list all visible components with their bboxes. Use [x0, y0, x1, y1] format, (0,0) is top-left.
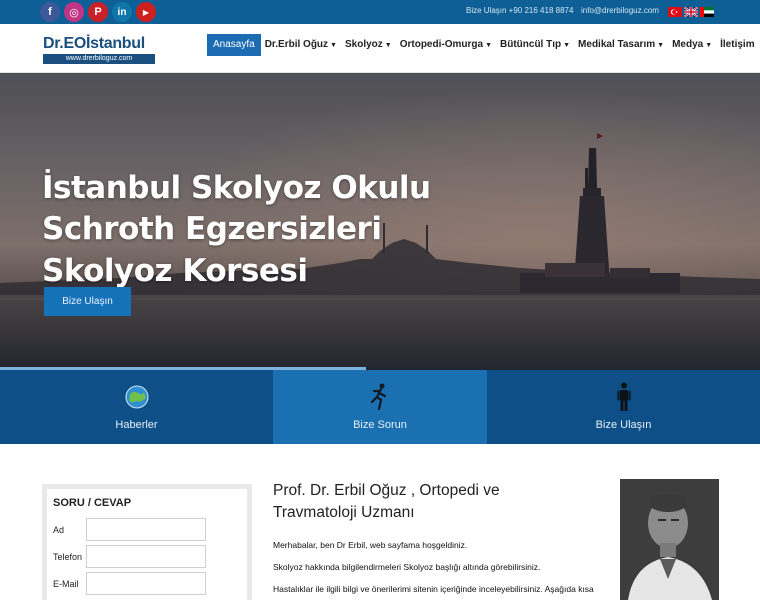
nav-medya[interactable]: Medya ▼ [668, 34, 716, 56]
hero-banner: İstanbul Skolyoz Okulu Schroth Egzersizl… [0, 73, 760, 370]
globe-icon [125, 385, 148, 409]
hero-heading-line3: Skolyoz Korsesi [42, 253, 308, 289]
contact-phone[interactable]: Bize Ulaşın +90 216 418 8874 [466, 6, 573, 15]
english-flag-icon[interactable] [684, 7, 698, 17]
nav-skolyoz[interactable]: Skolyoz ▼ [341, 34, 396, 56]
nav-home[interactable]: Anasayfa [207, 34, 261, 56]
arabic-flag-icon[interactable] [700, 7, 714, 17]
chevron-down-icon: ▼ [563, 42, 571, 49]
article-paragraph-2: Skolyoz hakkında bilgilendirmeleri Skoly… [273, 562, 541, 572]
nav-medikal[interactable]: Medikal Tasarım ▼ [574, 34, 668, 56]
pinterest-icon[interactable]: P [88, 2, 108, 22]
question-form: SORU / CEVAP Ad Telefon E-Mail [42, 484, 252, 600]
standing-person-icon [617, 382, 630, 411]
hero-heading-line1: İstanbul Skolyoz Okulu [42, 170, 431, 206]
feature-bize-ulasin-label: Bize Ulaşın [595, 419, 652, 431]
nav-ortopedi[interactable]: Ortopedi-Omurga ▼ [396, 34, 496, 56]
main-navbar: Dr.EOİstanbul www.drerbiloguz.com Anasay… [0, 24, 760, 73]
phone-input[interactable] [86, 545, 206, 568]
contact-email[interactable]: info@drerbiloguz.com [581, 6, 659, 15]
logo-url: www.drerbiloguz.com [43, 54, 155, 64]
nav-erbil[interactable]: Dr.Erbil Oğuz ▼ [261, 34, 341, 56]
nav-butuncul[interactable]: Bütüncül Tıp ▼ [496, 34, 574, 56]
name-label: Ad [53, 525, 65, 535]
social-links: f ◎ P in ▶ [40, 2, 156, 22]
logo-wordmark: Dr.EOİstanbul [43, 35, 145, 52]
feature-haberler-label: Haberler [115, 419, 158, 431]
form-title: SORU / CEVAP [53, 497, 132, 509]
linkedin-icon[interactable]: in [112, 2, 132, 22]
youtube-icon[interactable]: ▶ [136, 2, 156, 22]
instagram-icon[interactable]: ◎ [64, 2, 84, 22]
feature-strip: Haberler Bize Sorun Bize Ulaşın [0, 370, 760, 444]
feature-bize-sorun[interactable]: Bize Sorun [273, 370, 487, 444]
portrait-image [620, 479, 719, 600]
facebook-icon[interactable]: f [40, 2, 60, 22]
feature-bize-sorun-label: Bize Sorun [353, 419, 407, 431]
chevron-down-icon: ▼ [657, 42, 665, 49]
feature-haberler[interactable]: Haberler [0, 370, 273, 444]
feature-bize-ulasin[interactable]: Bize Ulaşın [487, 370, 760, 444]
top-bar: f ◎ P in ▶ Bize Ulaşın +90 216 418 8874 … [0, 0, 760, 24]
chevron-down-icon: ▼ [384, 42, 392, 49]
running-person-icon [370, 383, 387, 411]
hero-contact-button[interactable]: Bize Ulaşın [44, 287, 131, 316]
article-paragraph-3: Hastalıklar ile ilgili bilgi ve öneriler… [273, 584, 594, 594]
main-menu: Anasayfa Dr.Erbil Oğuz ▼ Skolyoz ▼ Ortoped… [207, 34, 759, 56]
doctor-portrait-photo [620, 479, 719, 600]
article-paragraph-1: Merhabalar, ben Dr Erbil, web sayfama ho… [273, 540, 468, 550]
name-input[interactable] [86, 518, 206, 541]
site-logo[interactable]: Dr.EOİstanbul www.drerbiloguz.com [43, 35, 155, 65]
nav-iletisim[interactable]: İletişim [716, 34, 758, 56]
email-input[interactable] [86, 572, 206, 595]
hero-heading-line2: Schroth Egzersizleri [42, 211, 382, 247]
chevron-down-icon: ▼ [330, 42, 337, 49]
article-title: Prof. Dr. Erbil Oğuz , Ortopedi ve Travm… [273, 482, 500, 521]
phone-label: Telefon [53, 552, 83, 562]
email-label: E-Mail [53, 579, 79, 589]
question-form-panel: SORU / CEVAP Ad Telefon E-Mail [47, 489, 247, 600]
chevron-down-icon: ▼ [485, 42, 492, 49]
chevron-down-icon: ▼ [705, 42, 713, 49]
turkish-flag-icon[interactable] [668, 7, 682, 17]
language-switcher [668, 7, 714, 17]
